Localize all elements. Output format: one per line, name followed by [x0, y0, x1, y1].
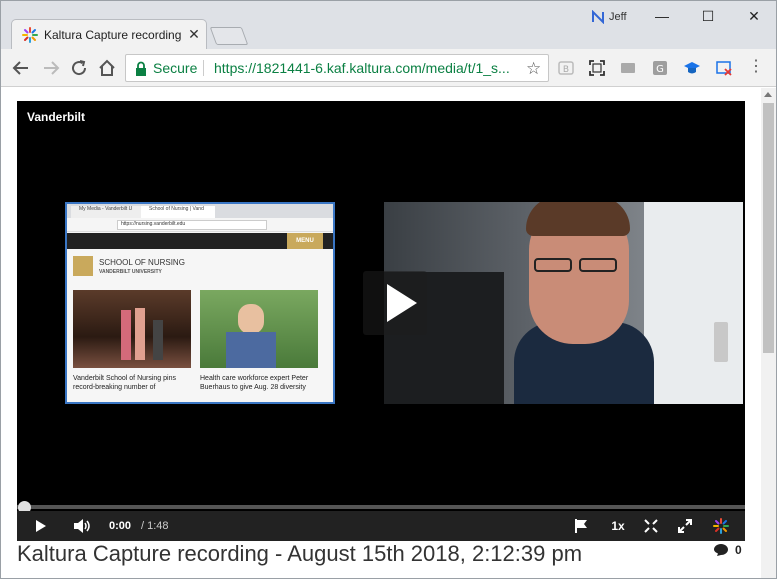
address-bar[interactable]: Secure https://1821441-6.kaf.kaltura.com…: [125, 54, 549, 82]
snipping-tool-icon[interactable]: [715, 59, 733, 77]
play-icon: [36, 520, 46, 532]
svg-text:G: G: [656, 64, 664, 75]
flag-icon: [575, 519, 587, 533]
forward-button[interactable]: [39, 56, 63, 80]
reload-button[interactable]: [67, 56, 91, 80]
profile-badge[interactable]: Jeff: [591, 9, 627, 25]
kaltura-logo-button[interactable]: [711, 516, 731, 536]
captured-site-header: MENU: [67, 233, 333, 249]
report-button[interactable]: [571, 516, 591, 536]
big-play-button[interactable]: [363, 271, 427, 335]
screen-capture-pane: My Media - Vanderbilt U School of Nursin…: [65, 202, 335, 404]
close-window-button[interactable]: ✕: [731, 5, 776, 27]
captured-tab-2: School of Nursing | Vand: [141, 206, 215, 218]
glasses-left: [534, 258, 572, 272]
vanderbilt-logo-icon: [73, 256, 93, 276]
graduation-cap-icon[interactable]: [683, 59, 701, 77]
url-text: https://1821441-6.kaf.kaltura.com/media/…: [214, 60, 510, 76]
captured-news-caption-1: Vanderbilt School of Nursing pins record…: [73, 375, 176, 391]
minimize-button[interactable]: —: [639, 5, 685, 27]
captured-school-name: SCHOOL OF NURSING: [99, 258, 185, 267]
forward-arrow-icon: [44, 61, 60, 75]
progress-bar[interactable]: [17, 505, 745, 509]
back-button[interactable]: [9, 56, 33, 80]
captured-tab-1: My Media - Vanderbilt U: [71, 206, 141, 218]
control-bar: 0:00 / 1:48 1x: [17, 511, 745, 541]
extension-g-icon[interactable]: G: [651, 59, 669, 77]
tab-title: Kaltura Capture recording: [44, 28, 182, 42]
new-tab-button[interactable]: [209, 27, 249, 45]
browser-menu-icon[interactable]: ⋮: [747, 57, 765, 75]
scroll-up-icon[interactable]: [764, 92, 772, 97]
home-button[interactable]: [95, 56, 119, 80]
secure-label: Secure: [153, 60, 198, 76]
player-brand: Vanderbilt: [27, 110, 86, 124]
omnibox-divider: [203, 60, 204, 76]
collapse-arrows-icon: [644, 519, 658, 533]
playback-speed-button[interactable]: 1x: [607, 516, 629, 536]
maximize-button[interactable]: ☐: [685, 5, 731, 27]
duration: / 1:48: [141, 520, 169, 532]
captured-tab-strip: My Media - Vanderbilt U School of Nursin…: [67, 204, 333, 218]
page-content: Vanderbilt My Media - Vanderbilt U Schoo…: [1, 88, 761, 578]
window-light: [644, 202, 743, 404]
page-title: Kaltura Capture recording - August 15th …: [17, 541, 583, 566]
captured-url: https://nursing.vanderbilt.edu: [117, 220, 267, 230]
bookmark-star-icon[interactable]: ☆: [526, 59, 541, 79]
profile-icon: [592, 10, 604, 24]
captured-photo-ceremony: [73, 290, 191, 368]
captured-photo-portrait: [200, 290, 318, 368]
fullscreen-icon: [678, 519, 692, 533]
extension-b-icon[interactable]: B: [557, 59, 575, 77]
captured-university: VANDERBILT UNIVERSITY: [99, 269, 162, 275]
dual-screen-button[interactable]: [641, 516, 661, 536]
browser-toolbar: Secure https://1821441-6.kaf.kaltura.com…: [1, 49, 776, 87]
captured-news-caption-2: Health care workforce expert Peter Buerh…: [200, 375, 309, 391]
volume-button[interactable]: [71, 516, 93, 536]
video-player[interactable]: Vanderbilt My Media - Vanderbilt U Schoo…: [17, 101, 745, 541]
home-icon: [99, 59, 115, 76]
page-scrollbar[interactable]: [761, 88, 776, 578]
cast-icon[interactable]: [619, 59, 637, 77]
browser-tab[interactable]: Kaltura Capture recording ✕: [11, 19, 207, 49]
kaltura-logo-icon: [22, 27, 38, 43]
screen-capture-icon[interactable]: [588, 59, 606, 77]
comments-counter[interactable]: 0: [713, 543, 742, 557]
play-button[interactable]: [31, 516, 51, 536]
browser-window: Kaltura Capture recording ✕ Jeff — ☐ ✕ S…: [0, 0, 777, 579]
comment-bubble-icon: [714, 544, 728, 556]
title-bar: Kaltura Capture recording ✕ Jeff — ☐ ✕: [1, 1, 776, 49]
thermos: [714, 322, 728, 362]
lock-icon: [136, 61, 146, 76]
fullscreen-button[interactable]: [675, 516, 695, 536]
captured-menu-button: MENU: [287, 233, 323, 249]
glasses-right: [579, 258, 617, 272]
svg-text:B: B: [563, 65, 569, 75]
webcam-pane: [384, 202, 743, 404]
comment-count: 0: [735, 543, 742, 557]
back-arrow-icon: [12, 61, 28, 75]
reload-icon: [72, 60, 87, 76]
tab-close-icon[interactable]: ✕: [186, 26, 202, 42]
volume-icon: [74, 519, 90, 533]
kaltura-player-logo-icon: [713, 518, 729, 534]
profile-name: Jeff: [609, 11, 627, 23]
current-time: 0:00: [109, 520, 132, 532]
person-hair: [526, 202, 630, 236]
scrollbar-thumb[interactable]: [763, 103, 774, 353]
captured-address-bar: https://nursing.vanderbilt.edu: [67, 218, 333, 232]
